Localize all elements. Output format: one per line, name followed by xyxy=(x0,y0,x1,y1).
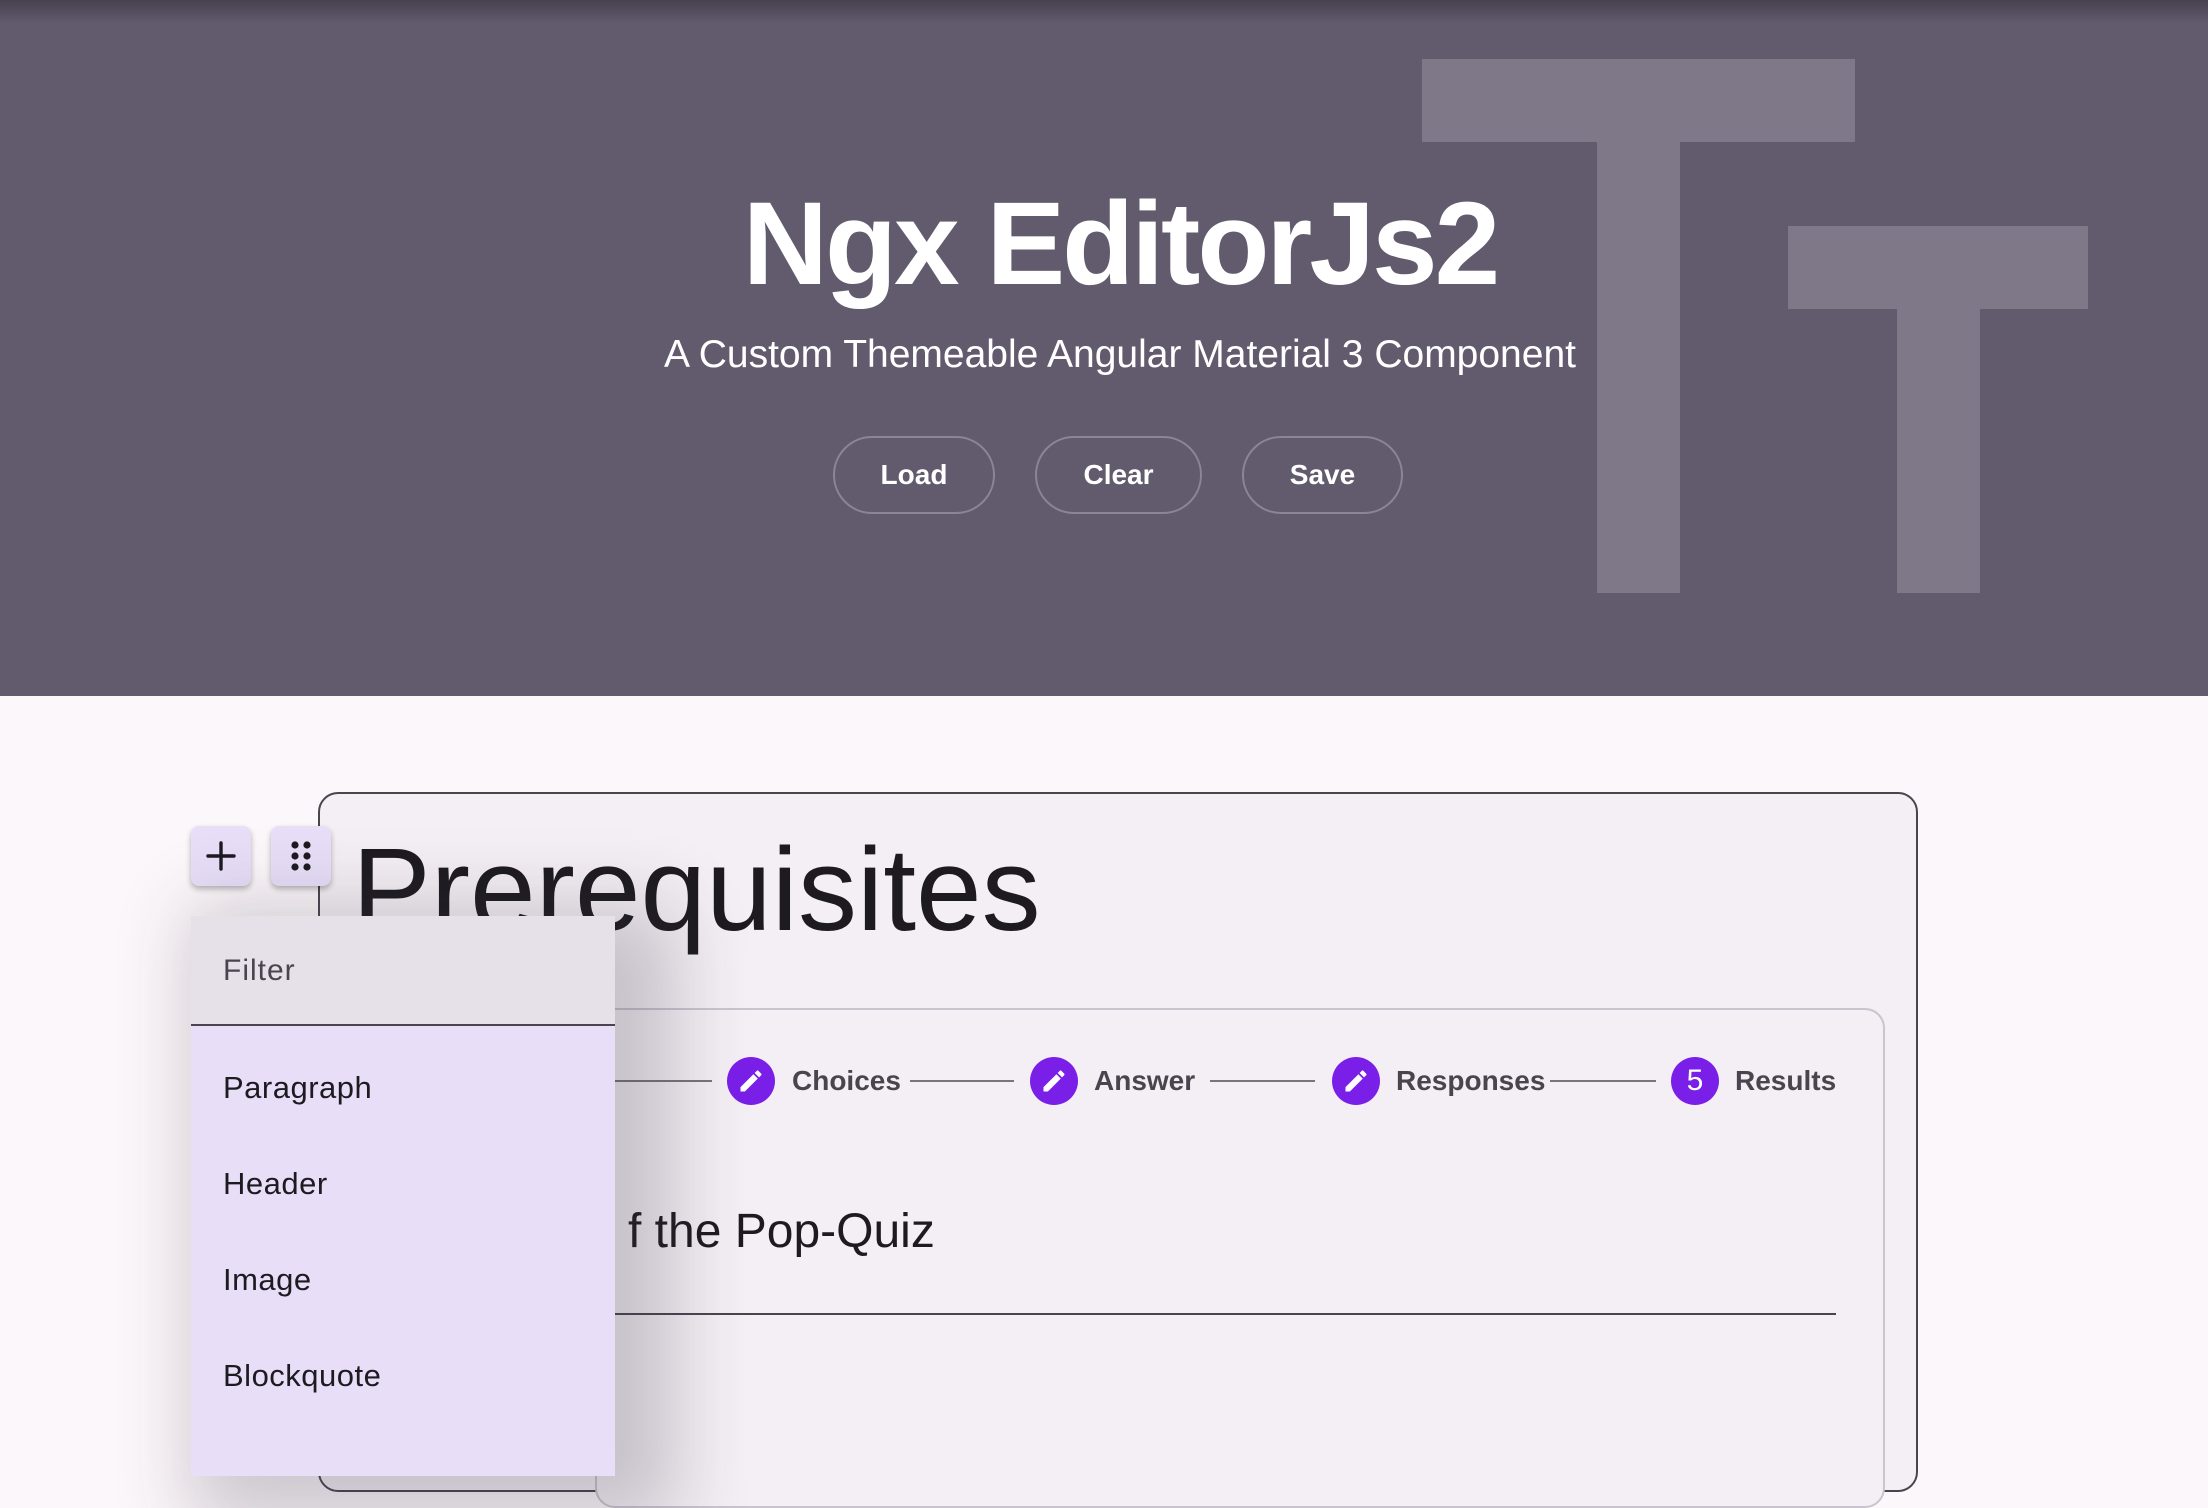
page-title: Ngx EditorJs2 xyxy=(742,178,1500,310)
page-subtitle: A Custom Themeable Angular Material 3 Co… xyxy=(664,333,1576,376)
step-label-choices[interactable]: Choices xyxy=(792,1064,901,1098)
menu-item-blockquote[interactable]: Blockquote xyxy=(191,1328,615,1424)
save-button[interactable]: Save xyxy=(1242,436,1403,514)
quiz-title-underline xyxy=(612,1313,1836,1315)
hero-banner: Ngx EditorJs2 A Custom Themeable Angular… xyxy=(0,0,2208,696)
step-choices-edit-icon[interactable] xyxy=(727,1057,775,1105)
step-label-responses[interactable]: Responses xyxy=(1396,1064,1545,1098)
stepper-connector xyxy=(600,1080,712,1082)
menu-item-image[interactable]: Image xyxy=(191,1232,615,1328)
step-answer-edit-icon[interactable] xyxy=(1030,1057,1078,1105)
filter-input[interactable] xyxy=(223,946,583,996)
add-block-button[interactable] xyxy=(191,826,251,886)
quiz-title-field[interactable]: f the Pop-Quiz xyxy=(628,1202,935,1262)
stepper-connector xyxy=(1550,1080,1656,1082)
toolbox-menu: Paragraph Header Image Blockquote xyxy=(191,916,615,1476)
step-responses-edit-icon[interactable] xyxy=(1332,1057,1380,1105)
stepper-connector xyxy=(1210,1080,1315,1082)
step-label-answer[interactable]: Answer xyxy=(1094,1064,1195,1098)
step-number: 5 xyxy=(1686,1064,1704,1097)
drag-handle-icon xyxy=(291,841,311,871)
plus-icon xyxy=(206,841,236,871)
step-label-results[interactable]: Results xyxy=(1735,1064,1836,1098)
menu-item-paragraph[interactable]: Paragraph xyxy=(191,1040,615,1136)
top-shadow xyxy=(0,0,2208,24)
clear-button[interactable]: Clear xyxy=(1035,436,1202,514)
step-results-number[interactable]: 5 xyxy=(1671,1057,1719,1105)
filter-field[interactable] xyxy=(191,916,615,1026)
stepper-connector xyxy=(910,1080,1014,1082)
load-button[interactable]: Load xyxy=(833,436,995,514)
block-settings-button[interactable] xyxy=(271,826,331,886)
menu-item-header[interactable]: Header xyxy=(191,1136,615,1232)
